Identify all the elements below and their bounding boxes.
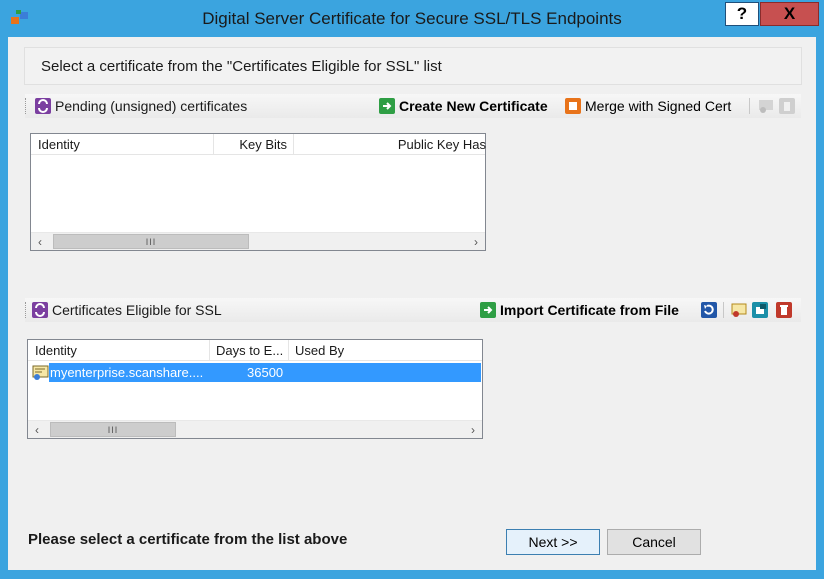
- table-row[interactable]: myenterprise.scanshare.... 36500: [29, 363, 481, 382]
- next-button[interactable]: Next >>: [506, 529, 600, 555]
- cell-days: 36500: [247, 365, 284, 380]
- refresh-list-icon[interactable]: [701, 302, 717, 318]
- instruction-banner: Select a certificate from the "Certifica…: [24, 47, 802, 85]
- column-used-by[interactable]: Used By: [289, 340, 389, 361]
- instruction-text: Select a certificate from the "Certifica…: [41, 58, 442, 75]
- scroll-right-arrow-icon[interactable]: ›: [467, 233, 485, 250]
- scroll-thumb[interactable]: III: [53, 234, 249, 249]
- delete-icon[interactable]: [776, 302, 792, 318]
- window-title: Digital Server Certificate for Secure SS…: [202, 9, 622, 28]
- certificate-icon: [32, 365, 49, 380]
- delete-disabled-icon[interactable]: [779, 98, 795, 114]
- eligible-title: Certificates Eligible for SSL: [52, 302, 222, 318]
- column-identity[interactable]: Identity: [31, 134, 214, 155]
- pending-title: Pending (unsigned) certificates: [55, 98, 248, 114]
- eligible-horizontal-scrollbar[interactable]: ‹ III ›: [28, 420, 482, 438]
- pending-toolbar: Pending (unsigned) certificates Create N…: [25, 94, 801, 118]
- dialog-window: Digital Server Certificate for Secure SS…: [0, 0, 824, 579]
- merge-signed-cert-label: Merge with Signed Cert: [585, 98, 732, 114]
- merge-icon: [565, 98, 581, 114]
- cell-identity: myenterprise.scanshare....: [50, 365, 204, 380]
- status-message: Please select a certificate from the lis…: [28, 531, 348, 548]
- help-button[interactable]: ?: [725, 2, 759, 26]
- column-public-key-hash[interactable]: Public Key Has: [294, 134, 486, 155]
- eligible-list-header: Identity Days to E... Used By: [28, 340, 482, 361]
- column-key-bits[interactable]: Key Bits: [214, 134, 294, 155]
- import-icon: [480, 302, 496, 318]
- pending-certificates-list[interactable]: Identity Key Bits Public Key Has ‹ III ›: [30, 133, 486, 251]
- pending-list-header: Identity Key Bits Public Key Has: [31, 134, 486, 155]
- create-certificate-button[interactable]: Create New Certificate: [379, 97, 548, 115]
- create-certificate-label: Create New Certificate: [399, 98, 548, 114]
- toolbar-separator: [723, 302, 724, 318]
- toolbar-grip[interactable]: [25, 302, 28, 318]
- import-certificate-button[interactable]: Import Certificate from File: [480, 301, 679, 319]
- column-identity[interactable]: Identity: [28, 340, 210, 361]
- export-icon[interactable]: [752, 302, 768, 318]
- toolbar-separator: [749, 98, 750, 114]
- import-certificate-label: Import Certificate from File: [500, 302, 679, 318]
- scroll-left-arrow-icon[interactable]: ‹: [28, 421, 46, 438]
- scroll-thumb[interactable]: III: [50, 422, 176, 437]
- close-button[interactable]: X: [760, 2, 819, 26]
- certificate-icon[interactable]: [731, 302, 747, 318]
- scroll-left-arrow-icon[interactable]: ‹: [31, 233, 49, 250]
- create-certificate-icon: [379, 98, 395, 114]
- title-bar[interactable]: Digital Server Certificate for Secure SS…: [0, 0, 824, 37]
- cancel-button[interactable]: Cancel: [607, 529, 701, 555]
- column-days-to-expire[interactable]: Days to E...: [210, 340, 289, 361]
- toolbar-grip[interactable]: [25, 98, 28, 114]
- refresh-purple-icon: [32, 302, 48, 318]
- scroll-right-arrow-icon[interactable]: ›: [464, 421, 482, 438]
- eligible-toolbar: Certificates Eligible for SSL Import Cer…: [25, 298, 801, 322]
- eligible-certificates-list[interactable]: Identity Days to E... Used By myenterpri…: [27, 339, 483, 439]
- pending-horizontal-scrollbar[interactable]: ‹ III ›: [31, 232, 485, 250]
- merge-signed-cert-button[interactable]: Merge with Signed Cert: [565, 97, 731, 115]
- refresh-purple-icon: [35, 98, 51, 114]
- dialog-body: Select a certificate from the "Certifica…: [8, 37, 816, 570]
- certificate-disabled-icon[interactable]: [758, 98, 774, 114]
